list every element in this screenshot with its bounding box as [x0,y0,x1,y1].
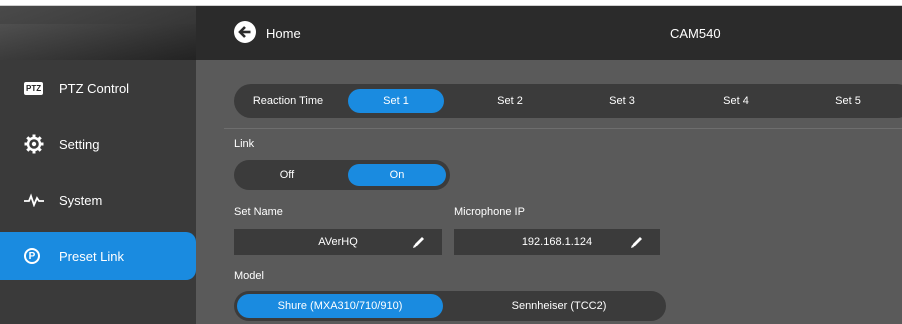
set-name-value: AVerHQ [318,236,358,248]
app-window: PTZ PTZ Control Setting System P Preset … [0,0,902,324]
sidebar-item-label: System [59,192,103,208]
ptz-icon: PTZ [24,81,44,95]
preset-link-icon: P [24,248,40,264]
tab-set-4[interactable]: Set 4 [688,89,784,113]
sidebar-header [0,6,196,60]
link-label: Link [234,138,255,150]
sidebar-item-label: PTZ Control [59,80,130,96]
back-arrow-icon[interactable] [234,21,256,43]
pencil-edit-icon[interactable] [412,235,426,249]
preset-link-icon-text: P [24,248,40,264]
model-option-shure[interactable]: Shure (MXA310/710/910) [237,294,443,318]
microphone-ip-value: 192.168.1.124 [521,236,593,248]
top-bar: Home CAM540 [196,6,902,60]
sidebar-item-ptz-control[interactable]: PTZ PTZ Control [0,64,196,112]
gear-icon [24,134,44,154]
main-panel: Reaction Time Set 1 Set 2 Set 3 Set 4 Se… [196,60,902,324]
link-on-option[interactable]: On [348,164,446,186]
microphone-ip-label: Microphone IP [454,206,525,218]
set-name-label: Set Name [234,206,283,218]
ptz-icon-text: PTZ [24,81,44,95]
pulse-icon [24,193,44,207]
tab-set-5[interactable]: Set 5 [800,89,896,113]
sidebar-item-system[interactable]: System [0,176,196,224]
microphone-ip-field[interactable]: 192.168.1.124 [454,229,660,255]
sidebar-item-label: Setting [59,136,100,152]
sidebar-item-label: Preset Link [59,248,125,264]
model-selector: Shure (MXA310/710/910) Sennheiser (TCC2) [234,291,666,321]
tab-set-2[interactable]: Set 2 [462,89,558,113]
sidebar: PTZ PTZ Control Setting System P Preset … [0,6,196,324]
device-name: CAM540 [670,26,721,41]
link-toggle: Off On [234,160,450,190]
sidebar-item-setting[interactable]: Setting [0,120,196,168]
set-name-field[interactable]: AVerHQ [234,229,442,255]
tab-reaction-time[interactable]: Reaction Time [238,89,338,113]
section-divider [224,128,902,129]
preset-set-tabs: Reaction Time Set 1 Set 2 Set 3 Set 4 Se… [234,84,902,118]
sidebar-item-preset-link[interactable]: P Preset Link [0,232,196,280]
tab-set-3[interactable]: Set 3 [574,89,670,113]
tab-set-1[interactable]: Set 1 [348,89,444,113]
home-link[interactable]: Home [266,26,301,41]
model-label: Model [234,270,264,282]
pencil-edit-icon[interactable] [630,235,644,249]
model-option-sennheiser[interactable]: Sennheiser (TCC2) [456,294,662,318]
link-off-option[interactable]: Off [238,164,336,186]
